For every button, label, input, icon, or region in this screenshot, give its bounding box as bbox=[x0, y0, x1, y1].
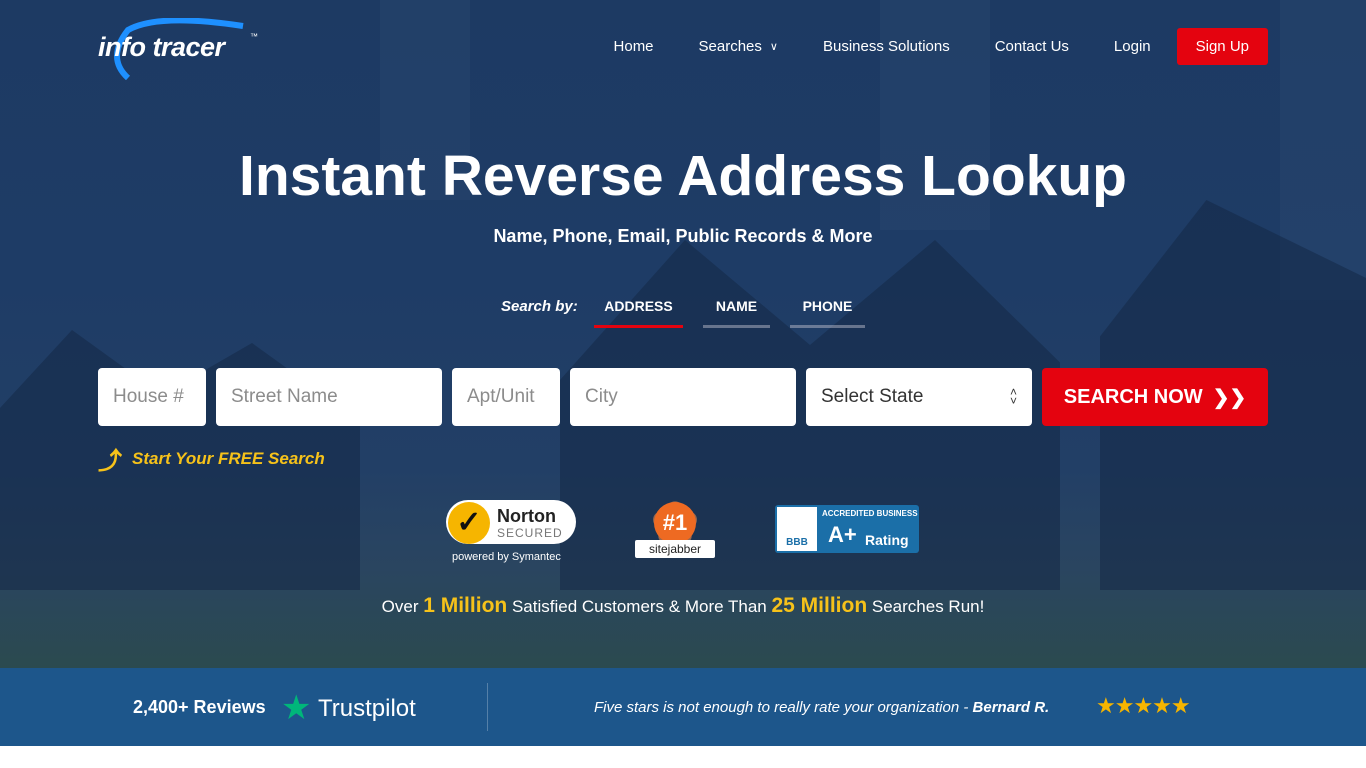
nav-contact-us[interactable]: Contact Us bbox=[995, 38, 1069, 55]
double-chevron-right-icon: ❯❯ bbox=[1212, 386, 1247, 409]
nav-searches[interactable]: Searches ∨ bbox=[699, 38, 778, 55]
divider bbox=[487, 683, 488, 731]
select-arrows-icon: ˄ ˅ bbox=[1009, 385, 1017, 408]
infotracer-logo[interactable]: info tracer ™ bbox=[98, 18, 268, 80]
page-subtitle: Name, Phone, Email, Public Records & Mor… bbox=[493, 226, 873, 246]
nav-login[interactable]: Login bbox=[1114, 38, 1151, 55]
norton-badge: ✓ Norton SECURED powered by Symantec bbox=[446, 497, 576, 565]
sitejabber-badge: ❀ #1 sitejabber bbox=[634, 492, 716, 566]
reviews-bar: 2,400+ Reviews ★ Trustpilot Five stars i… bbox=[0, 668, 1366, 746]
testimonial-quote: Five stars is not enough to really rate … bbox=[594, 699, 1050, 716]
house-number-input[interactable]: House # bbox=[98, 368, 206, 426]
free-search-hint: ⤴ Start Your FREE Search bbox=[98, 441, 325, 476]
checkmark-icon: ✓ bbox=[448, 502, 490, 544]
rating-stars-icon: ★★★★★ bbox=[1096, 693, 1191, 718]
page-title: Instant Reverse Address Lookup bbox=[239, 144, 1127, 208]
apt-unit-input[interactable]: Apt/Unit bbox=[452, 368, 560, 426]
nav-business-solutions[interactable]: Business Solutions bbox=[823, 38, 950, 55]
curved-arrow-up-icon: ⤴ bbox=[98, 448, 122, 475]
search-by-label: Search by: bbox=[501, 298, 578, 315]
bbb-badge: BBB ACCREDITED BUSINESS A+ Rating bbox=[775, 505, 919, 553]
street-name-input[interactable]: Street Name bbox=[216, 368, 442, 426]
city-input[interactable]: City bbox=[570, 368, 796, 426]
hero-section bbox=[0, 0, 1366, 668]
search-now-button[interactable]: SEARCH NOW ❯❯ bbox=[1042, 368, 1268, 426]
trustpilot-star-icon: ★ bbox=[281, 689, 312, 727]
main-nav: Home Searches ∨ Business Solutions Contac… bbox=[569, 28, 1268, 65]
stats-line: Over 1 Million Satisfied Customers & Mor… bbox=[381, 594, 985, 617]
tab-name[interactable]: NAME bbox=[703, 298, 770, 328]
signup-button[interactable]: Sign Up bbox=[1176, 28, 1268, 65]
review-count: 2,400+ Reviews bbox=[133, 697, 266, 717]
chevron-down-icon: ∨ bbox=[769, 41, 778, 53]
tab-address[interactable]: ADDRESS bbox=[594, 298, 683, 328]
trustpilot-logo[interactable]: Trustpilot bbox=[318, 695, 416, 723]
nav-home[interactable]: Home bbox=[614, 38, 654, 55]
state-select[interactable]: Select State ˄ ˅ bbox=[806, 368, 1032, 426]
tab-phone[interactable]: PHONE bbox=[790, 298, 865, 328]
